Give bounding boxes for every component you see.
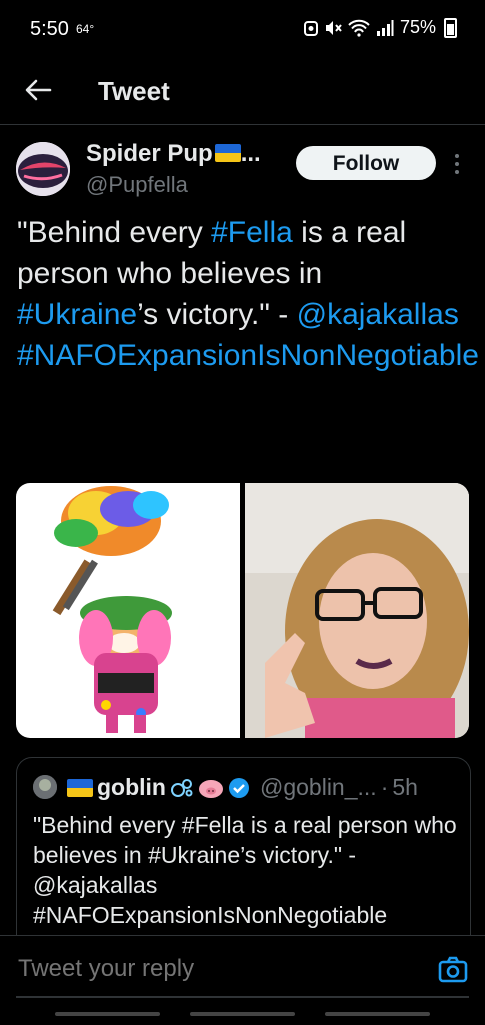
nav-gesture-right[interactable]: [325, 1012, 430, 1016]
author-avatar[interactable]: [16, 142, 70, 196]
battery-icon: [444, 17, 457, 38]
page-title: Tweet: [98, 76, 170, 106]
status-bar: 5:50 64° 75%: [0, 0, 485, 62]
avatar-image: [16, 142, 70, 196]
wifi-icon: [348, 19, 370, 37]
quote-author-name: goblin: [97, 774, 166, 800]
tweet-link[interactable]: #Fella: [211, 216, 293, 249]
quoted-tweet[interactable]: goblin @goblin_... · 5h "Behind every #F…: [16, 757, 471, 959]
bubbles-emoji-icon: [170, 778, 193, 797]
quote-text: "Behind every #Fella is a real person wh…: [33, 812, 457, 928]
author-handle[interactable]: @Pupfella: [86, 172, 188, 198]
ukraine-flag-icon: [214, 144, 241, 162]
nav-gesture-home[interactable]: [190, 1012, 295, 1016]
media-image-cartoon-dog[interactable]: [16, 483, 240, 738]
status-icons: 75%: [303, 17, 457, 38]
follow-button[interactable]: Follow: [296, 146, 436, 180]
tweet-text-segment: "Behind every: [17, 216, 212, 249]
reply-underline: [16, 996, 469, 998]
quote-avatar-image: [33, 775, 57, 799]
back-arrow-icon[interactable]: [22, 74, 54, 106]
tweet-media[interactable]: [16, 483, 469, 738]
ukraine-flag-icon: [67, 778, 93, 797]
quote-timestamp: 5h: [392, 774, 418, 800]
tweet-link[interactable]: #NAFOExpansionIsNonNegotiable: [17, 339, 479, 372]
more-options-icon[interactable]: [451, 152, 463, 176]
pig-emoji-icon: [198, 779, 223, 798]
reply-input[interactable]: [16, 954, 330, 984]
tweet-text: "Behind every #Fella is a real person wh…: [17, 212, 479, 376]
quote-separator: ·: [380, 774, 389, 800]
quote-handle: @goblin_...: [259, 774, 377, 800]
quote-avatar[interactable]: [33, 775, 57, 799]
mute-icon: [325, 20, 342, 35]
author-name-ellipsis: ...: [240, 140, 261, 167]
status-time: 5:50: [30, 18, 69, 40]
nav-gesture-left[interactable]: [55, 1012, 160, 1016]
author-name-text: Spider Pup: [86, 140, 213, 167]
battery-percent: 75%: [399, 17, 436, 37]
signal-icon: [376, 19, 394, 36]
tweet-link[interactable]: #Ukraine: [17, 298, 137, 331]
author-name[interactable]: Spider Pup...: [86, 140, 261, 168]
camera-icon[interactable]: [438, 956, 468, 984]
top-bar: Tweet: [0, 62, 485, 125]
cartoon-shiba-illustration: [52, 486, 172, 733]
notification-icon: [303, 20, 318, 36]
verified-badge-icon: [228, 777, 249, 798]
quote-header: goblin @goblin_... · 5h: [65, 774, 418, 801]
status-temperature: 64°: [76, 22, 95, 36]
tweet-link[interactable]: @kajakallas: [297, 298, 459, 331]
media-image-selfie[interactable]: [245, 483, 469, 738]
selfie-photo: [245, 483, 469, 738]
tweet-text-segment: ’s victory." -: [137, 298, 297, 331]
